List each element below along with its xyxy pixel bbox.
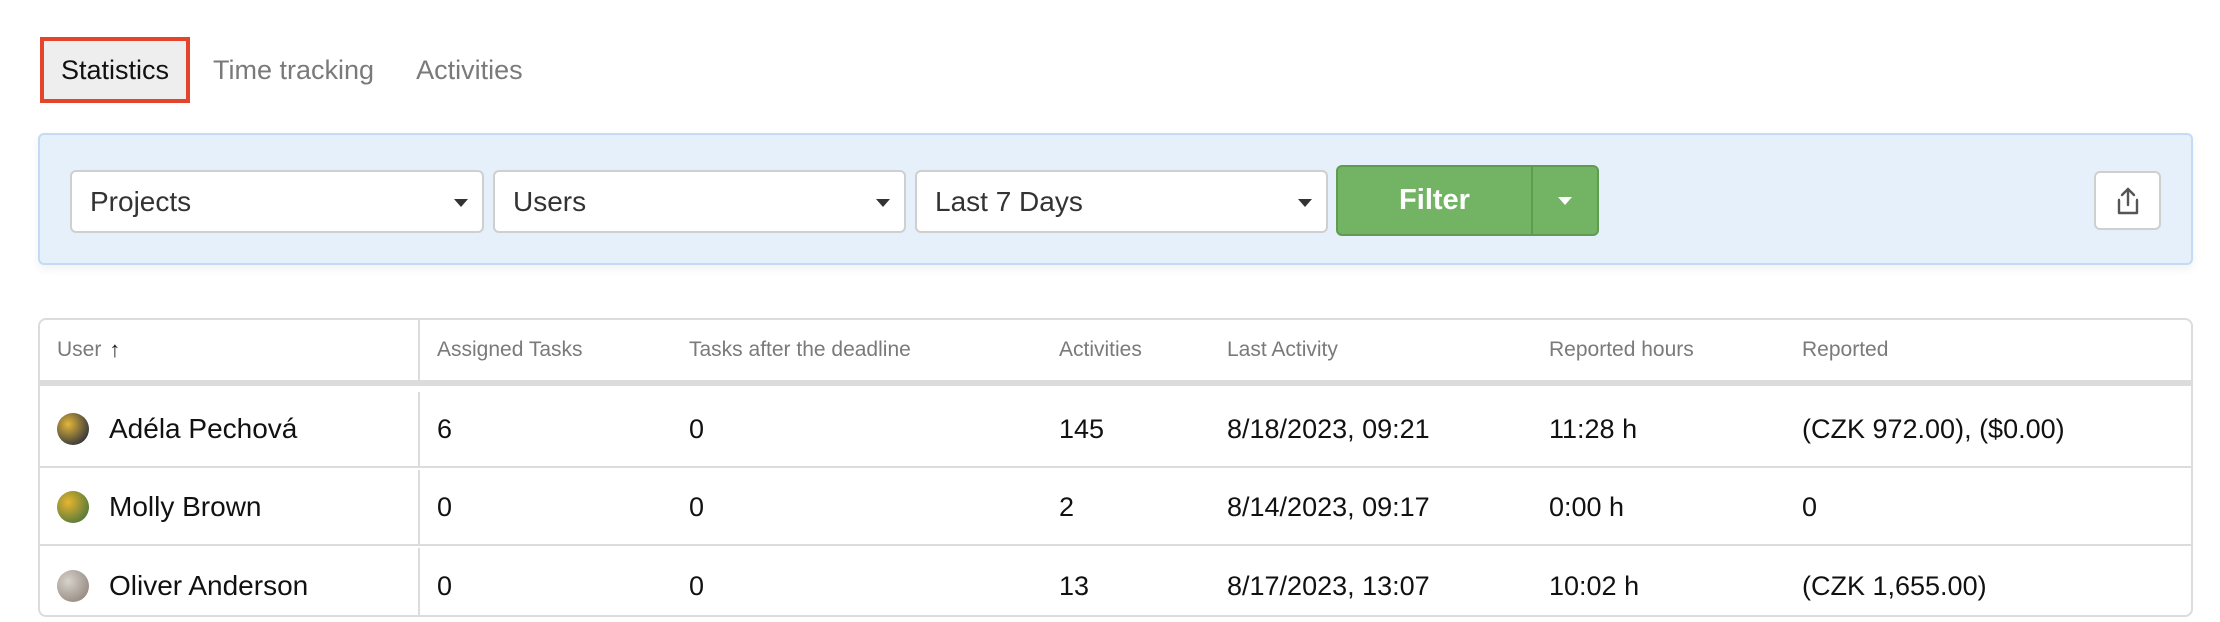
table-header: User ↑ Assigned Tasks Tasks after the de… — [40, 320, 2191, 386]
last-activity-cell: 8/18/2023, 09:21 — [1227, 413, 1430, 444]
reported-hours-cell: 11:28 h — [1549, 413, 1638, 444]
filter-options-toggle[interactable] — [1531, 167, 1597, 234]
statistics-table: User ↑ Assigned Tasks Tasks after the de… — [38, 318, 2193, 617]
tab-statistics[interactable]: Statistics — [40, 37, 191, 103]
reported-cell: (CZK 972.00), ($0.00) — [1802, 413, 2065, 444]
activities-cell: 13 — [1059, 570, 1090, 601]
column-header-assigned-tasks[interactable]: Assigned Tasks — [437, 320, 583, 380]
period-select-value: Last 7 Days — [935, 186, 1083, 217]
tab-activities[interactable]: Activities — [397, 37, 542, 103]
filter-button-group: Filter — [1336, 165, 1599, 236]
sort-ascending-icon: ↑ — [109, 337, 121, 362]
chevron-down-icon — [876, 199, 890, 207]
column-divider — [418, 470, 420, 544]
avatar — [57, 491, 89, 523]
tasks-after-deadline-cell: 0 — [689, 570, 705, 601]
activities-cell: 2 — [1059, 491, 1075, 522]
reported-hours-cell: 0:00 h — [1549, 491, 1625, 522]
tab-time-tracking[interactable]: Time tracking — [194, 37, 393, 103]
column-header-tasks-after-deadline[interactable]: Tasks after the deadline — [689, 320, 911, 380]
column-header-activities[interactable]: Activities — [1059, 320, 1142, 380]
table-row[interactable]: Adéla Pechová 6 0 145 8/18/2023, 09:21 1… — [40, 392, 2191, 468]
tasks-after-deadline-cell: 0 — [689, 413, 705, 444]
chevron-down-icon — [1298, 199, 1312, 207]
column-header-last-activity[interactable]: Last Activity — [1227, 320, 1338, 380]
column-divider — [418, 320, 420, 380]
filter-panel: Projects Users Last 7 Days Filter — [38, 133, 2193, 265]
user-cell[interactable]: Adéla Pechová — [57, 392, 297, 466]
column-header-user[interactable]: User ↑ — [57, 320, 120, 380]
reported-cell: (CZK 1,655.00) — [1802, 570, 1987, 601]
filter-button[interactable]: Filter — [1338, 167, 1531, 234]
column-header-label: User — [57, 338, 102, 361]
tab-bar: Statistics Time tracking Activities — [40, 37, 542, 103]
reported-hours-cell: 10:02 h — [1549, 570, 1640, 601]
last-activity-cell: 8/14/2023, 09:17 — [1227, 491, 1430, 522]
avatar — [57, 570, 89, 602]
chevron-down-icon — [454, 199, 468, 207]
column-header-reported[interactable]: Reported — [1802, 320, 1888, 380]
assigned-tasks-cell: 0 — [437, 570, 453, 601]
tasks-after-deadline-cell: 0 — [689, 491, 705, 522]
user-name[interactable]: Molly Brown — [109, 491, 261, 523]
caret-down-icon — [1558, 197, 1572, 205]
column-divider — [418, 548, 420, 615]
user-name[interactable]: Adéla Pechová — [109, 413, 297, 445]
column-header-reported-hours[interactable]: Reported hours — [1549, 320, 1694, 380]
assigned-tasks-cell: 0 — [437, 491, 453, 522]
activities-cell: 145 — [1059, 413, 1105, 444]
users-select[interactable]: Users — [493, 170, 906, 233]
projects-select[interactable]: Projects — [70, 170, 484, 233]
column-divider — [418, 392, 420, 466]
table-row[interactable]: Oliver Anderson 0 0 13 8/17/2023, 13:07 … — [40, 548, 2191, 615]
users-select-value: Users — [513, 186, 587, 217]
export-button[interactable] — [2094, 171, 2161, 230]
share-export-icon — [2117, 187, 2138, 214]
avatar — [57, 413, 89, 445]
user-cell[interactable]: Oliver Anderson — [57, 548, 308, 615]
reported-cell: 0 — [1802, 491, 1818, 522]
last-activity-cell: 8/17/2023, 13:07 — [1227, 570, 1430, 601]
assigned-tasks-cell: 6 — [437, 413, 453, 444]
user-cell[interactable]: Molly Brown — [57, 470, 261, 544]
user-name[interactable]: Oliver Anderson — [109, 570, 308, 602]
table-row[interactable]: Molly Brown 0 0 2 8/14/2023, 09:17 0:00 … — [40, 470, 2191, 546]
projects-select-value: Projects — [90, 186, 192, 217]
period-select[interactable]: Last 7 Days — [915, 170, 1328, 233]
